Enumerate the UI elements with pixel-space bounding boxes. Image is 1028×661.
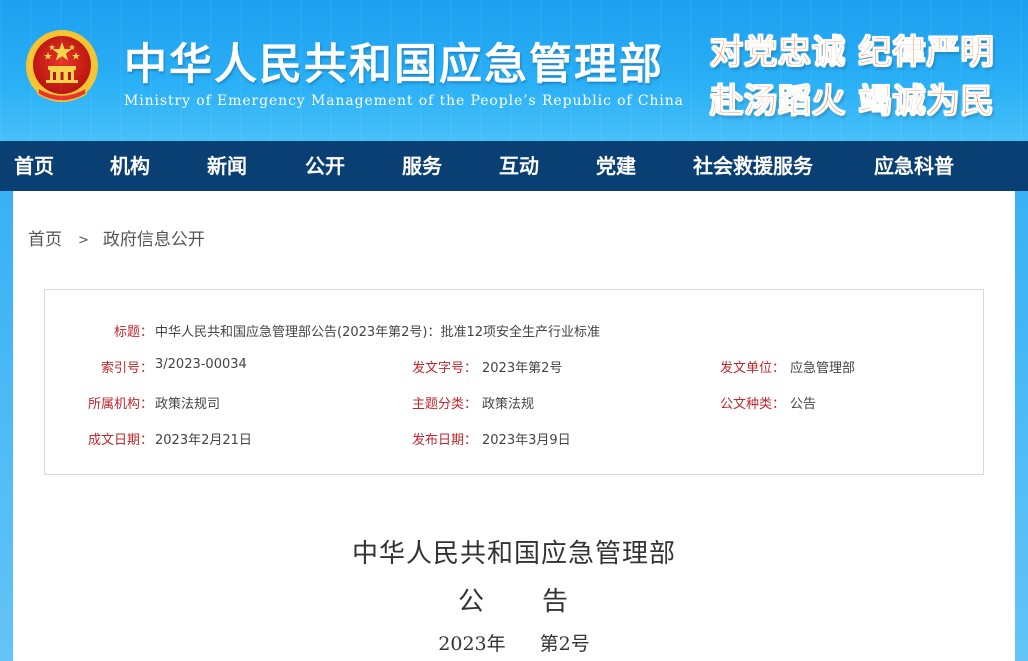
issuer-value: 应急管理部 [790, 361, 856, 376]
info-row-title: 标题： 中华人民共和国应急管理部公告(2023年第2号)：批准12项安全生产行业… [45, 321, 983, 341]
type-label: 公文种类： [720, 397, 786, 412]
nav-item-party[interactable]: 党建 [596, 141, 636, 191]
publish-date-value: 2023年3月9日 [482, 433, 571, 448]
dept-label: 所属机构： [87, 397, 153, 412]
nav-item-rescue-services[interactable]: 社会救援服务 [693, 141, 813, 191]
docno-value: 2023年第2号 [482, 361, 563, 376]
nav-item-news[interactable]: 新闻 [207, 141, 247, 191]
nav-item-services[interactable]: 服务 [402, 141, 442, 191]
document-heading: 中华人民共和国应急管理部 [351, 539, 676, 569]
topic-value: 政策法规 [482, 397, 535, 412]
info-row-3: 成文日期： 2023年2月21日 发布日期： 2023年3月9日 [45, 429, 983, 449]
document-info-box: 标题： 中华人民共和国应急管理部公告(2023年第2号)：批准12项安全生产行业… [44, 289, 984, 475]
document-number-line: 2023年 第2号 [13, 629, 1015, 656]
nav-item-organization[interactable]: 机构 [110, 141, 150, 191]
info-row-1: 索引号： 3/2023-00034 发文字号： 2023年第2号 发文单位： 应… [45, 357, 983, 377]
index-label: 索引号： [100, 361, 153, 376]
breadcrumb-separator: > [78, 233, 89, 248]
ministry-english-name: Ministry of Emergency Management of the … [124, 93, 684, 109]
site-header: 中华人民共和国应急管理部 Ministry of Emergency Manag… [0, 0, 1028, 141]
main-nav: 首页 机构 新闻 公开 服务 互动 党建 社会救援服务 应急科普 [0, 141, 1028, 191]
dept-value: 政策法规司 [155, 397, 221, 412]
info-row-2: 所属机构： 政策法规司 主题分类： 政策法规 公文种类： 公告 [45, 393, 983, 413]
ministry-name: 中华人民共和国应急管理部 [124, 40, 664, 90]
index-value: 3/2023-00034 [155, 357, 247, 372]
nav-item-disclosure[interactable]: 公开 [305, 141, 345, 191]
title-value: 中华人民共和国应急管理部公告(2023年第2号)：批准12项安全生产行业标准 [155, 325, 601, 340]
slogan-line-1: 对党忠诚 纪律严明 [710, 32, 995, 72]
slogan-line-2: 赴汤蹈火 竭诚为民 [710, 81, 995, 121]
made-date-label: 成文日期： [87, 433, 153, 448]
made-date-value: 2023年2月21日 [155, 433, 252, 448]
nav-item-home[interactable]: 首页 [14, 141, 54, 191]
content-panel: 首页 > 政府信息公开 标题： 中华人民共和国应急管理部公告(2023年第2号)：批… [13, 191, 1015, 661]
title-label: 标题： [113, 325, 153, 340]
document-type-heading: 公 告 [457, 587, 570, 617]
breadcrumb-current[interactable]: 政府信息公开 [103, 230, 205, 250]
breadcrumb-home[interactable]: 首页 [28, 230, 62, 250]
national-emblem-icon[interactable] [24, 28, 100, 108]
docno-label: 发文字号： [412, 361, 478, 376]
breadcrumb: 首页 > 政府信息公开 [28, 225, 205, 250]
publish-date-label: 发布日期： [412, 433, 478, 448]
document-number: 第2号 [539, 633, 590, 655]
topic-label: 主题分类： [412, 397, 478, 412]
document-year: 2023年 [438, 633, 506, 655]
issuer-label: 发文单位： [720, 361, 786, 376]
nav-item-science[interactable]: 应急科普 [874, 141, 954, 191]
type-value: 公告 [790, 397, 817, 412]
nav-item-interaction[interactable]: 互动 [499, 141, 539, 191]
